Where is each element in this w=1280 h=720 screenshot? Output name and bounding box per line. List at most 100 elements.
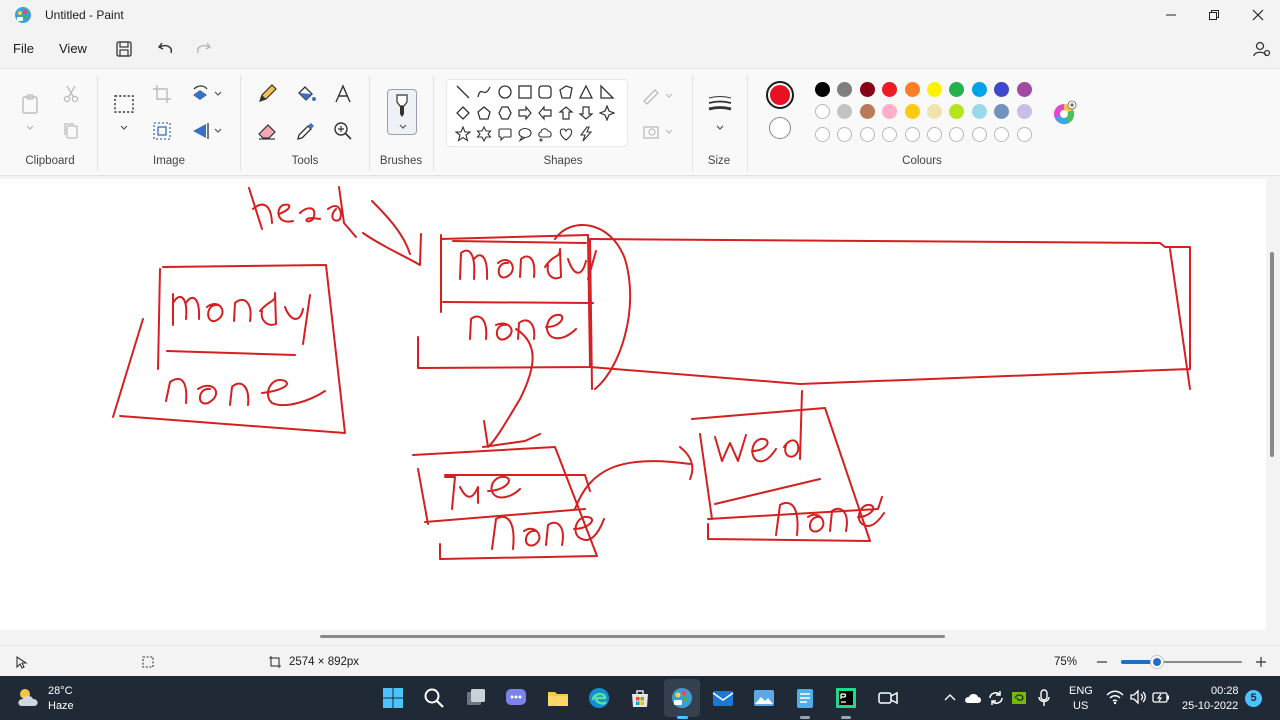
brushes-button[interactable] [387, 89, 417, 135]
shape-rounded-callout-icon[interactable] [497, 126, 513, 142]
nvidia-icon[interactable] [1011, 690, 1027, 706]
cut-icon[interactable] [60, 83, 82, 105]
custom-colour-slot[interactable] [882, 127, 898, 142]
shape-right-arrow-icon[interactable] [517, 105, 533, 121]
palette-swatch[interactable] [1016, 104, 1032, 119]
eraser-icon[interactable] [256, 120, 278, 142]
close-button[interactable] [1236, 0, 1280, 30]
paste-icon[interactable] [19, 93, 41, 115]
shape-line-icon[interactable] [455, 84, 471, 100]
flip-chevron-down-icon[interactable] [213, 126, 223, 136]
custom-colour-slot[interactable] [904, 127, 920, 142]
size-chevron-down-icon[interactable] [715, 123, 725, 133]
palette-swatch[interactable] [971, 82, 987, 97]
language-indicator-line1[interactable]: ENG [1069, 685, 1093, 697]
magnifier-icon[interactable] [332, 120, 354, 142]
edge-browser-icon[interactable] [587, 686, 611, 710]
vertical-scrollbar[interactable] [1270, 252, 1274, 457]
shape-rounded-rectangle-icon[interactable] [537, 84, 553, 100]
sync-icon[interactable] [987, 689, 1005, 707]
shape-polygon-icon[interactable] [558, 84, 574, 100]
pencil-icon[interactable] [256, 83, 278, 105]
copy-icon[interactable] [60, 120, 82, 142]
onedrive-cloud-icon[interactable] [964, 690, 982, 706]
teams-chat-icon[interactable] [504, 686, 528, 710]
edit-colours-icon[interactable] [1052, 100, 1078, 126]
custom-colour-slot[interactable] [994, 127, 1010, 142]
primary-color-button[interactable] [766, 81, 794, 109]
shape-rectangle-icon[interactable] [517, 84, 533, 100]
custom-colour-slot[interactable] [1016, 127, 1032, 142]
shape-curve-icon[interactable] [476, 84, 492, 100]
notepad-icon[interactable] [793, 686, 817, 710]
weather-description[interactable]: Haze [48, 700, 74, 712]
text-icon[interactable] [332, 83, 354, 105]
palette-swatch[interactable] [927, 82, 942, 97]
shape-triangle-icon[interactable] [578, 84, 594, 100]
photos-icon[interactable] [752, 686, 776, 710]
weather-temperature[interactable]: 28°C [48, 685, 73, 697]
notification-badge[interactable]: 5 [1245, 690, 1262, 707]
palette-swatch[interactable] [815, 82, 830, 97]
shape-five-point-star-icon[interactable] [455, 126, 471, 142]
select-icon[interactable] [113, 93, 135, 115]
palette-swatch[interactable] [837, 104, 853, 119]
flip-icon[interactable] [189, 120, 211, 142]
undo-icon[interactable] [155, 38, 177, 60]
palette-swatch[interactable] [904, 82, 920, 97]
color-picker-icon[interactable] [295, 120, 317, 142]
palette-swatch[interactable] [837, 82, 853, 97]
file-explorer-icon[interactable] [546, 686, 570, 710]
palette-swatch[interactable] [927, 104, 942, 119]
zoom-slider-thumb[interactable] [1151, 656, 1164, 668]
palette-swatch[interactable] [882, 104, 898, 119]
paint-taskbar-button[interactable] [664, 679, 700, 717]
shape-lightning-icon[interactable] [578, 126, 594, 142]
horizontal-scrollbar[interactable] [320, 635, 945, 638]
redo-icon[interactable] [192, 38, 214, 60]
shape-right-triangle-icon[interactable] [599, 84, 615, 100]
shape-down-arrow-icon[interactable] [578, 105, 594, 121]
palette-swatch[interactable] [1016, 82, 1032, 97]
zoom-slider[interactable] [1121, 656, 1242, 668]
shape-hexagon-icon[interactable] [497, 105, 513, 121]
palette-swatch[interactable] [994, 104, 1010, 119]
search-icon[interactable] [422, 686, 446, 710]
show-hidden-icons-chevron-up-icon[interactable] [943, 691, 957, 705]
task-view-icon[interactable] [464, 686, 488, 710]
microphone-icon[interactable] [1037, 689, 1051, 707]
shape-heart-icon[interactable] [558, 126, 574, 142]
microsoft-store-icon[interactable] [628, 686, 652, 710]
minimize-button[interactable] [1149, 0, 1193, 30]
custom-colour-slot[interactable] [837, 127, 853, 142]
clock-date[interactable]: 25-10-2022 [1182, 700, 1238, 712]
custom-colour-slot[interactable] [859, 127, 875, 142]
battery-charging-icon[interactable] [1152, 689, 1170, 705]
shape-up-arrow-icon[interactable] [558, 105, 574, 121]
menu-view[interactable]: View [59, 41, 87, 56]
palette-swatch[interactable] [882, 82, 898, 97]
paste-chevron-down-icon[interactable] [25, 123, 35, 133]
select-chevron-down-icon[interactable] [119, 123, 129, 133]
video-camera-icon[interactable] [876, 686, 900, 710]
palette-swatch[interactable] [949, 104, 965, 119]
windows-start-icon[interactable] [381, 686, 405, 710]
weather-haze-icon[interactable] [16, 686, 42, 710]
account-settings-icon[interactable] [1251, 38, 1273, 60]
rotate-chevron-down-icon[interactable] [213, 89, 223, 99]
shape-four-point-star-icon[interactable] [599, 105, 615, 121]
palette-swatch[interactable] [904, 104, 920, 119]
crop-icon[interactable] [151, 83, 173, 105]
outline-chevron-down-icon[interactable] [664, 91, 674, 101]
palette-swatch[interactable] [859, 82, 875, 97]
save-icon[interactable] [113, 38, 135, 60]
shape-left-arrow-icon[interactable] [537, 105, 553, 121]
shape-oval-icon[interactable] [497, 84, 513, 100]
custom-colour-slot[interactable] [949, 127, 965, 142]
palette-swatch[interactable] [859, 104, 875, 119]
custom-colour-slot[interactable] [815, 127, 830, 142]
shape-outline-icon[interactable] [641, 85, 663, 107]
resize-icon[interactable] [151, 120, 173, 142]
shape-oval-callout-icon[interactable] [517, 126, 533, 142]
zoom-out-icon[interactable] [1095, 655, 1109, 669]
